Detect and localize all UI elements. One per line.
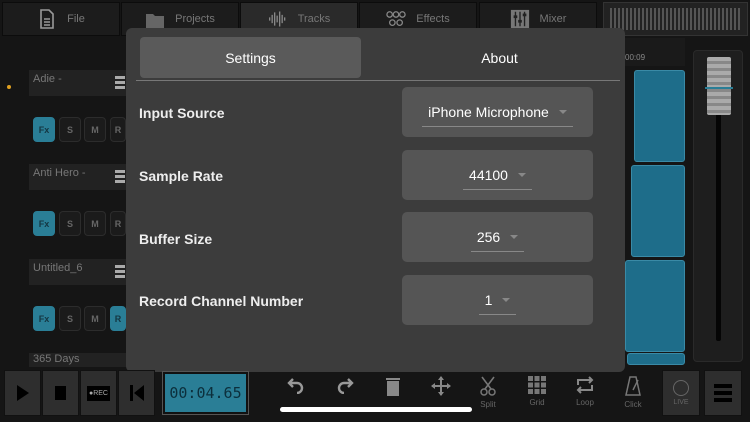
track-header[interactable]: Anti Hero - — [29, 164, 127, 190]
dropdown-value: 1 — [484, 291, 493, 308]
loop-button[interactable]: Loop — [565, 376, 605, 407]
grid-icon — [528, 376, 546, 394]
audio-clip[interactable] — [634, 70, 685, 162]
fader-knob[interactable] — [705, 57, 733, 115]
playhead-marker — [7, 85, 11, 89]
dropdown-value: 44100 — [469, 166, 508, 183]
record-channel-dropdown[interactable]: 1 — [402, 275, 593, 325]
effects-icon — [386, 11, 407, 26]
tab-label: Effects — [416, 13, 450, 25]
tool-label: Click — [624, 400, 642, 409]
play-icon — [16, 385, 29, 401]
track-name: 365 Days — [33, 353, 80, 365]
tab-label: Projects — [175, 13, 215, 25]
live-button[interactable]: LIVE — [662, 370, 700, 416]
tool-label: Grid — [529, 398, 545, 407]
tab-file[interactable]: File — [2, 2, 120, 36]
scissors-icon — [480, 376, 496, 396]
home-indicator — [280, 407, 472, 412]
input-source-label: Input Source — [139, 105, 225, 121]
time-display: 00:04.65 — [163, 372, 248, 414]
caret-down-icon — [510, 234, 519, 239]
divider — [136, 80, 620, 81]
record-arm-button[interactable]: R — [110, 306, 126, 331]
track-header[interactable]: Adie - — [29, 70, 127, 96]
file-icon — [40, 9, 54, 29]
track-header[interactable]: Untitled_6 — [29, 259, 127, 285]
waveform-icon — [268, 11, 286, 27]
input-source-dropdown[interactable]: iPhone Microphone — [402, 87, 593, 137]
hamburger-icon — [714, 384, 732, 402]
caret-down-icon — [517, 172, 526, 177]
mute-button[interactable]: M — [84, 211, 106, 236]
play-button[interactable] — [4, 370, 41, 416]
rewind-button[interactable] — [118, 370, 155, 416]
tab-about[interactable]: About — [389, 37, 610, 78]
track-name: Adie - — [33, 73, 62, 85]
record-button[interactable]: ●REC — [80, 370, 117, 416]
dropdown-value: 256 — [476, 228, 501, 245]
fx-button[interactable]: Fx — [33, 306, 55, 331]
solo-button[interactable]: S — [59, 211, 81, 236]
solo-button[interactable]: S — [59, 117, 81, 142]
sample-rate-dropdown[interactable]: 44100 — [402, 150, 593, 200]
delete-button[interactable] — [373, 376, 413, 396]
move-button[interactable] — [421, 376, 461, 396]
tab-label: File — [67, 13, 85, 25]
mixer-icon — [510, 9, 529, 29]
mute-button[interactable]: M — [84, 306, 106, 331]
fx-button[interactable]: Fx — [33, 211, 55, 236]
track-menu-icon[interactable] — [115, 265, 125, 279]
caret-down-icon — [558, 109, 567, 114]
stop-button[interactable] — [42, 370, 79, 416]
loop-icon — [576, 376, 594, 394]
time-tick: 00:09 — [625, 53, 646, 62]
tool-label: Loop — [576, 398, 594, 407]
record-arm-button[interactable]: R — [110, 117, 126, 142]
metronome-icon — [625, 376, 641, 396]
trash-icon — [386, 378, 400, 396]
track-menu-icon[interactable] — [115, 76, 125, 90]
audio-clip[interactable] — [625, 260, 685, 352]
mute-button[interactable]: M — [84, 117, 106, 142]
sample-rate-label: Sample Rate — [139, 168, 224, 184]
stop-icon — [55, 386, 66, 400]
buffer-size-label: Buffer Size — [139, 231, 213, 247]
grid-button[interactable]: Grid — [517, 376, 557, 407]
folder-icon — [146, 14, 165, 28]
level-meter — [603, 2, 748, 36]
tool-label: Split — [480, 400, 496, 409]
fx-button[interactable]: Fx — [33, 117, 55, 142]
tab-label: Mixer — [539, 13, 567, 25]
live-label: LIVE — [673, 399, 689, 406]
redo-button[interactable] — [325, 376, 365, 394]
settings-dialog: Settings About Input Source iPhone Micro… — [126, 28, 625, 372]
tab-label: Tracks — [297, 13, 331, 25]
power-icon — [673, 380, 689, 396]
tab-settings[interactable]: Settings — [140, 37, 361, 78]
skip-back-icon — [129, 385, 144, 401]
move-icon — [431, 376, 451, 396]
track-name: Anti Hero - — [33, 167, 86, 179]
rec-label: ●REC — [86, 385, 110, 401]
track-menu-icon[interactable] — [115, 170, 125, 184]
audio-clip[interactable] — [631, 165, 685, 257]
record-arm-button[interactable]: R — [110, 211, 126, 236]
caret-down-icon — [502, 297, 511, 302]
record-channel-label: Record Channel Number — [139, 293, 304, 309]
menu-button[interactable] — [704, 370, 742, 416]
track-name: Untitled_6 — [33, 262, 83, 274]
undo-icon — [287, 378, 304, 394]
redo-icon — [337, 378, 354, 394]
timeline-ruler[interactable]: 00:09 — [625, 38, 685, 66]
buffer-size-dropdown[interactable]: 256 — [402, 212, 593, 262]
dropdown-value: iPhone Microphone — [428, 103, 549, 120]
master-fader[interactable] — [693, 50, 743, 362]
split-button[interactable]: Split — [468, 376, 508, 409]
undo-button[interactable] — [276, 376, 316, 394]
click-button[interactable]: Click — [613, 376, 653, 409]
track-header[interactable]: 365 Days — [29, 353, 127, 367]
solo-button[interactable]: S — [59, 306, 81, 331]
audio-clip[interactable] — [627, 353, 685, 365]
